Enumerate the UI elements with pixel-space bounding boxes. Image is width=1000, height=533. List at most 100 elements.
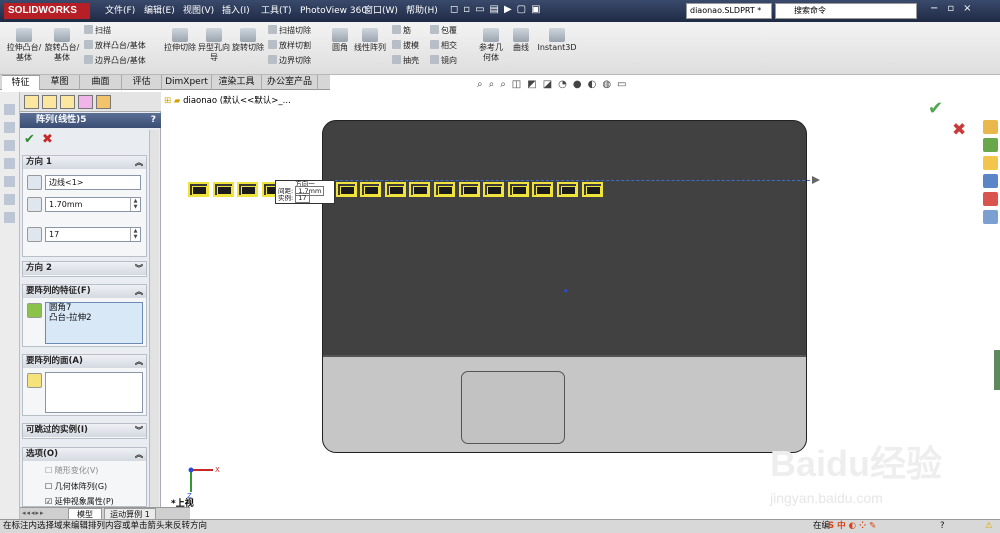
display-manager-icon[interactable] <box>96 95 111 109</box>
pattern-instance[interactable] <box>434 182 455 197</box>
pattern-instance[interactable] <box>557 182 578 197</box>
custom-properties-icon[interactable] <box>983 210 998 224</box>
menu-window[interactable]: 窗口(W) <box>364 5 398 18</box>
feature-manager-icon[interactable] <box>24 95 39 109</box>
pattern-instance[interactable] <box>507 182 529 197</box>
tree-root-label[interactable]: diaonao (默认<<默认>_... <box>183 96 291 106</box>
collapse-chevron-icon[interactable]: ︽ <box>135 448 143 461</box>
cancel-x-icon[interactable]: ✖ <box>42 132 53 147</box>
help-status-icon[interactable]: ? <box>940 520 951 533</box>
features-list[interactable]: 圆角7 凸台-拉伸2 <box>45 302 143 344</box>
tab-features[interactable]: 特征 <box>2 75 40 90</box>
menu-view[interactable]: 视图(V) <box>183 5 214 18</box>
ok-checkmark-icon[interactable]: ✔ <box>24 132 35 147</box>
faces-list[interactable] <box>45 372 143 413</box>
laptop-model[interactable]: ✦ <box>322 120 807 453</box>
home-icon[interactable] <box>983 120 998 134</box>
warning-icon[interactable]: ⚠ <box>985 520 993 533</box>
strip-tool-7-icon[interactable] <box>4 212 15 223</box>
hole-wizard-button[interactable]: 异型孔向导 <box>198 28 230 63</box>
instances-to-skip-group[interactable]: 可跳过的实例(I) ︾ <box>22 423 147 439</box>
pattern-instance[interactable] <box>360 182 382 197</box>
shell-button[interactable]: 抽壳 <box>392 55 419 67</box>
pattern-instance[interactable] <box>237 182 259 197</box>
graphics-area[interactable]: ⊞ ▰ diaonao (默认<<默认>_... ✦ Baidu经验 jingy… <box>161 92 1000 517</box>
direction2-group[interactable]: 方向 2 ︾ <box>22 261 147 277</box>
menu-tools[interactable]: 工具(T) <box>261 5 292 18</box>
callout-instances-field[interactable]: 17 <box>295 193 310 203</box>
pattern-instance[interactable] <box>409 182 431 197</box>
search-input[interactable]: 搜索命令 <box>775 3 917 19</box>
menu-help[interactable]: 帮助(H) <box>406 5 438 18</box>
pattern-callout[interactable]: 方向一 间距: 1.7mm 实例: 17 <box>275 180 335 204</box>
spacing-spinner[interactable]: ▲ ▼ <box>130 198 140 211</box>
tab-evaluate[interactable]: 评估 <box>122 75 162 90</box>
menu-insert[interactable]: 插入(I) <box>222 5 250 18</box>
swept-cut-button[interactable]: 扫描切除 <box>268 25 311 37</box>
ime-toolbar-icon[interactable]: S中◐⁘✎ <box>828 520 879 533</box>
menu-file[interactable]: 文件(F) <box>105 5 135 18</box>
instances-to-skip-header[interactable]: 可跳过的实例(I) ︾ <box>23 424 146 437</box>
rib-button[interactable]: 筋 <box>392 25 411 37</box>
direction1-header[interactable]: 方向 1 ︽ <box>23 156 146 169</box>
property-manager-icon[interactable] <box>42 95 57 109</box>
confirm-corner-check-icon[interactable]: ✔ <box>928 98 943 119</box>
list-item[interactable]: 圆角7 <box>46 303 142 313</box>
strip-tool-5-icon[interactable] <box>4 176 15 187</box>
expand-chevron-icon[interactable]: ︾ <box>135 262 143 275</box>
file-explorer-icon[interactable] <box>983 156 998 170</box>
panel-scrollbar[interactable] <box>149 130 159 510</box>
pattern-instance[interactable] <box>335 182 357 197</box>
strip-tool-1-icon[interactable] <box>4 104 15 115</box>
pattern-instance[interactable] <box>483 182 505 197</box>
extrude-cut-button[interactable]: 拉伸切除 <box>164 28 196 53</box>
draft-button[interactable]: 拔模 <box>392 40 419 52</box>
direction2-header[interactable]: 方向 2 ︾ <box>23 262 146 275</box>
window-controls[interactable]: −▫× <box>930 3 996 18</box>
instances-spinner[interactable]: ▲ ▼ <box>130 228 140 241</box>
dimxpert-manager-icon[interactable] <box>78 95 93 109</box>
list-item[interactable]: 凸台-拉伸2 <box>46 313 142 323</box>
linear-pattern-button[interactable]: 线性阵列 <box>354 28 386 53</box>
faces-to-pattern-header[interactable]: 要阵列的面(A) ︽ <box>23 355 146 368</box>
intersect-button[interactable]: 相交 <box>430 40 457 52</box>
touchpad[interactable] <box>461 371 565 444</box>
help-button[interactable]: ? <box>151 113 156 128</box>
spacing-input[interactable]: 1.70mm ▲ ▼ <box>45 197 141 212</box>
lofted-cut-button[interactable]: 放样切割 <box>268 40 311 52</box>
design-library-icon[interactable] <box>983 138 998 152</box>
boundary-cut-button[interactable]: 边界切除 <box>268 55 311 67</box>
quick-access-toolbar[interactable]: ◻▫▭▤▶▢▣ <box>450 4 546 15</box>
boundary-boss-button[interactable]: 边界凸台/基体 <box>84 55 146 67</box>
tab-sketch[interactable]: 草图 <box>40 75 80 90</box>
direction-arrow-icon[interactable] <box>812 176 820 184</box>
revolve-cut-button[interactable]: 旋转切除 <box>232 28 264 53</box>
strip-tool-4-icon[interactable] <box>4 158 15 169</box>
flyout-feature-tree[interactable]: ⊞ ▰ diaonao (默认<<默认>_... <box>164 94 291 106</box>
menu-edit[interactable]: 编辑(E) <box>144 5 175 18</box>
extrude-boss-button[interactable]: 拉伸凸台/基体 <box>6 28 42 63</box>
search-icon[interactable]: ⌕ <box>898 4 904 15</box>
loft-boss-button[interactable]: 放样凸台/基体 <box>84 40 146 52</box>
view-palette-icon[interactable] <box>983 174 998 188</box>
heads-up-view-toolbar[interactable]: ⌕⌕⌕◫◩◪◔●◐◍▭ <box>477 79 633 90</box>
reverse-direction-icon[interactable] <box>27 175 42 190</box>
collapse-chevron-icon[interactable]: ︽ <box>135 355 143 368</box>
menu-photoview[interactable]: PhotoView 360 <box>300 5 367 18</box>
palm-rest[interactable] <box>323 355 806 452</box>
strip-tool-2-icon[interactable] <box>4 122 15 133</box>
configuration-manager-icon[interactable] <box>60 95 75 109</box>
pattern-instance[interactable] <box>581 182 603 197</box>
revolve-boss-button[interactable]: 旋转凸台/基体 <box>44 28 80 63</box>
instant3d-button[interactable]: Instant3D <box>536 28 578 53</box>
vary-sketch-checkbox[interactable]: ☐ 随形变化(V) <box>45 465 98 476</box>
reference-geometry-button[interactable]: 参考几何体 <box>476 28 506 63</box>
tab-office-products[interactable]: 办公室产品 <box>262 75 318 90</box>
tab-render-tools[interactable]: 渲染工具 <box>212 75 262 90</box>
tab-navigation-arrows-icon[interactable]: ◂◂◂▸▸ <box>22 509 45 517</box>
collapse-chevron-icon[interactable]: ︽ <box>135 285 143 298</box>
collapse-chevron-icon[interactable]: ︽ <box>135 156 143 169</box>
strip-tool-3-icon[interactable] <box>4 140 15 151</box>
direction-edge-field[interactable]: 边线<1> <box>45 175 141 190</box>
geometry-pattern-checkbox[interactable]: ☐ 几何体阵列(G) <box>45 481 107 492</box>
